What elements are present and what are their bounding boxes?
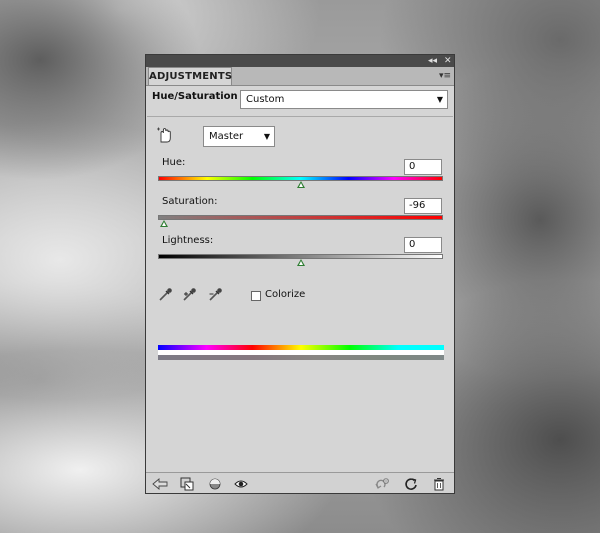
reset-previous-icon[interactable] [374, 476, 389, 490]
layer-visibility-icon[interactable] [208, 476, 222, 490]
lightness-slider-thumb[interactable] [296, 259, 305, 266]
output-color-bar [158, 355, 444, 360]
collapse-panel-button[interactable]: ◂◂ [428, 55, 437, 67]
reset-icon[interactable] [404, 476, 418, 490]
chevron-down-icon: ▼ [263, 132, 270, 141]
hue-label: Hue: [162, 157, 186, 168]
hue-slider-thumb[interactable] [296, 181, 305, 188]
panel-tab-row: ADJUSTMENTS ▾≡ [146, 67, 454, 86]
lightness-label: Lightness: [162, 235, 214, 246]
preset-dropdown[interactable]: Custom ▼ [240, 90, 448, 109]
hand-scrub-icon[interactable] [156, 126, 174, 144]
saturation-slider-thumb[interactable] [159, 220, 168, 227]
colorize-checkbox[interactable] [251, 291, 261, 301]
hue-input[interactable]: 0 [404, 159, 442, 175]
close-panel-button[interactable]: ✕ [444, 55, 452, 67]
panel-menu-button[interactable]: ▾≡ [439, 70, 451, 82]
eyedropper-plus-icon[interactable] [182, 286, 198, 302]
panel-bottom-toolbar [146, 472, 454, 493]
tab-adjustments[interactable]: ADJUSTMENTS [148, 67, 232, 85]
eyedropper-minus-icon[interactable] [208, 286, 224, 302]
chevron-down-icon: ▼ [436, 95, 443, 104]
colorize-label: Colorize [265, 289, 306, 300]
lightness-input[interactable]: 0 [404, 237, 442, 253]
back-arrow-icon[interactable] [152, 476, 168, 490]
eye-icon[interactable] [234, 476, 248, 490]
preset-dropdown-value: Custom [246, 94, 285, 105]
eyedropper-icon[interactable] [158, 286, 174, 302]
adjustment-body: Master ▼ Hue: 0 Saturation: -96 Lightnes… [146, 117, 454, 477]
clip-to-layer-icon[interactable] [180, 476, 194, 491]
trash-icon[interactable] [432, 476, 446, 491]
preset-row: Hue/Saturation Custom ▼ [146, 86, 454, 116]
saturation-input[interactable]: -96 [404, 198, 442, 214]
saturation-label: Saturation: [162, 196, 218, 207]
channel-dropdown[interactable]: Master ▼ [203, 126, 275, 147]
channel-dropdown-value: Master [209, 131, 244, 142]
adjustment-title: Hue/Saturation [152, 91, 238, 102]
saturation-slider-track[interactable] [158, 215, 443, 220]
panel-titlebar: ◂◂ ✕ [146, 55, 454, 67]
adjustments-panel: ◂◂ ✕ ADJUSTMENTS ▾≡ Hue/Saturation Custo… [145, 54, 455, 494]
